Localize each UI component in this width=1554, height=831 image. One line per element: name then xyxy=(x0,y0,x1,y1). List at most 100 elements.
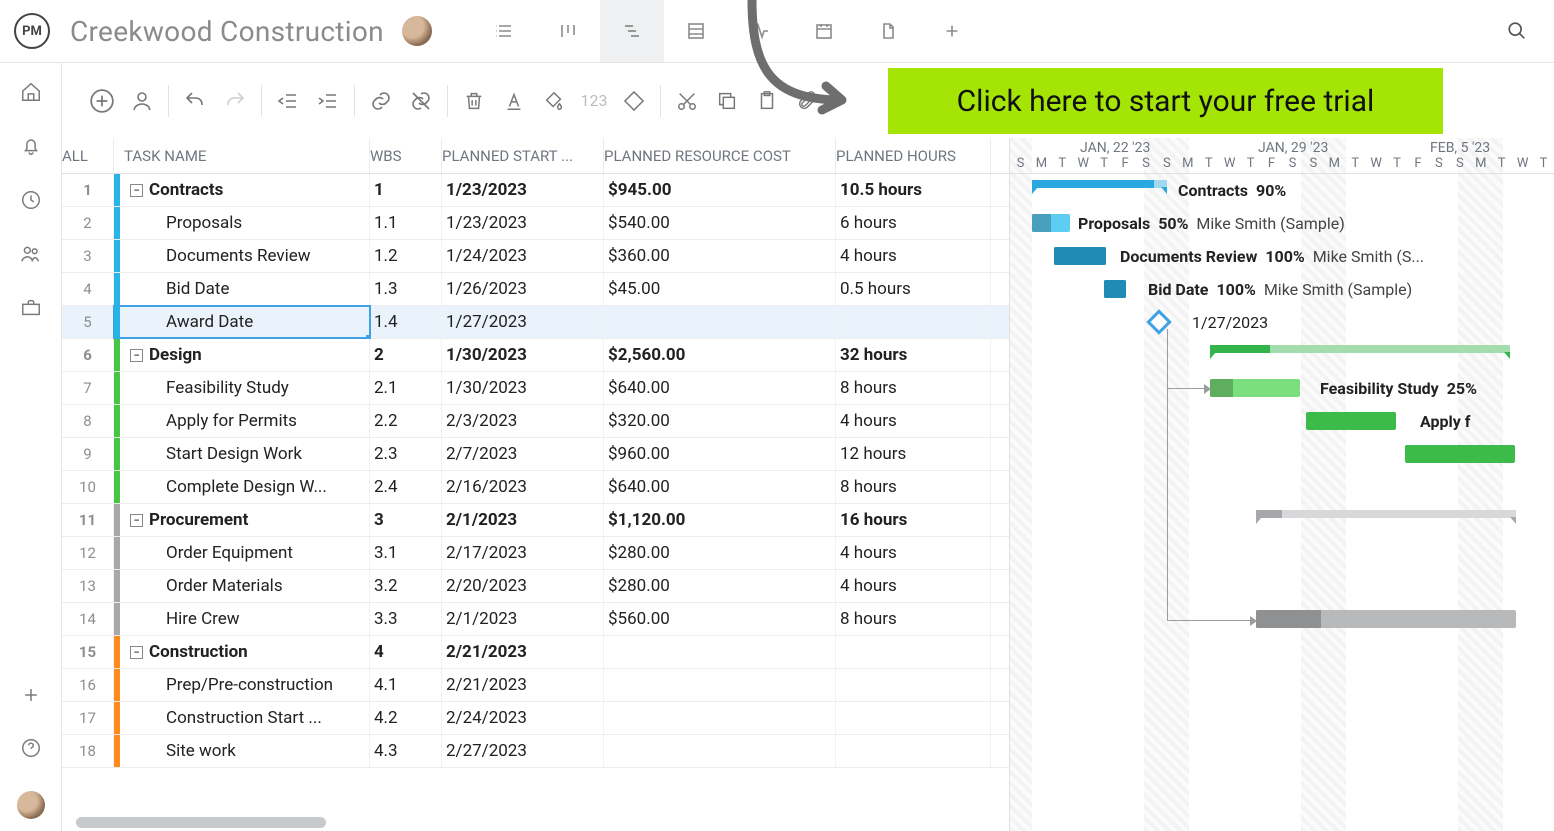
gantt-bar[interactable] xyxy=(1032,214,1070,232)
briefcase-icon[interactable] xyxy=(20,297,42,319)
view-sheet-icon[interactable] xyxy=(664,0,728,62)
cost-cell: $945.00 xyxy=(604,174,836,206)
table-row[interactable]: 1−Contracts11/23/2023$945.0010.5 hours xyxy=(62,174,1009,207)
collapse-icon[interactable]: − xyxy=(130,514,143,527)
app-logo[interactable]: PM xyxy=(14,13,50,49)
add-task-icon[interactable] xyxy=(82,81,122,121)
gantt-summary-bar[interactable] xyxy=(1256,510,1516,518)
collapse-icon[interactable]: − xyxy=(130,184,143,197)
task-name-cell[interactable]: Bid Date xyxy=(114,273,370,305)
bell-icon[interactable] xyxy=(20,135,42,157)
col-planned-start[interactable]: PLANNED START ... xyxy=(442,138,604,173)
table-row[interactable]: 10Complete Design W...2.42/16/2023$640.0… xyxy=(62,471,1009,504)
cta-banner[interactable]: Click here to start your free trial xyxy=(888,68,1443,134)
task-name-cell[interactable]: Apply for Permits xyxy=(114,405,370,437)
gantt-bar[interactable] xyxy=(1405,445,1515,463)
gantt-bar[interactable] xyxy=(1104,280,1126,298)
gantt-bar[interactable] xyxy=(1256,610,1516,628)
table-row[interactable]: 6−Design21/30/2023$2,560.0032 hours xyxy=(62,339,1009,372)
table-row[interactable]: 2Proposals1.11/23/2023$540.006 hours xyxy=(62,207,1009,240)
paste-icon[interactable] xyxy=(747,81,787,121)
search-icon[interactable] xyxy=(1506,20,1528,42)
view-add-icon[interactable] xyxy=(920,0,984,62)
table-row[interactable]: 14Hire Crew3.32/1/2023$560.008 hours xyxy=(62,603,1009,636)
table-row[interactable]: 5Award Date1.41/27/2023 xyxy=(62,306,1009,339)
hours-cell: 32 hours xyxy=(836,339,991,371)
table-row[interactable]: 16Prep/Pre-construction4.12/21/2023 xyxy=(62,669,1009,702)
task-name-cell[interactable]: Construction Start ... xyxy=(114,702,370,734)
task-name-cell[interactable]: Start Design Work xyxy=(114,438,370,470)
col-task-name[interactable]: TASK NAME xyxy=(114,138,370,173)
clock-icon[interactable] xyxy=(20,189,42,211)
task-name-cell[interactable]: Hire Crew xyxy=(114,603,370,635)
unlink-icon[interactable] xyxy=(401,81,441,121)
task-name-cell[interactable]: Proposals xyxy=(114,207,370,239)
task-name-cell[interactable]: −Procurement xyxy=(114,504,370,536)
table-row[interactable]: 11−Procurement32/1/2023$1,120.0016 hours xyxy=(62,504,1009,537)
gantt-summary-bar[interactable] xyxy=(1210,345,1510,353)
table-row[interactable]: 7Feasibility Study2.11/30/2023$640.008 h… xyxy=(62,372,1009,405)
gantt-summary-bar[interactable] xyxy=(1032,180,1167,188)
project-avatar[interactable] xyxy=(402,16,432,46)
add-icon[interactable] xyxy=(21,685,41,705)
text-color-icon[interactable] xyxy=(494,81,534,121)
table-row[interactable]: 3Documents Review1.21/24/2023$360.004 ho… xyxy=(62,240,1009,273)
table-row[interactable]: 17Construction Start ...4.22/24/2023 xyxy=(62,702,1009,735)
task-name-cell[interactable]: −Construction xyxy=(114,636,370,668)
col-planned-cost[interactable]: PLANNED RESOURCE COST xyxy=(604,138,836,173)
copy-icon[interactable] xyxy=(707,81,747,121)
collapse-icon[interactable]: − xyxy=(130,349,143,362)
start-cell: 1/30/2023 xyxy=(442,339,604,371)
task-name-cell[interactable]: Site work xyxy=(114,735,370,767)
table-row[interactable]: 4Bid Date1.31/26/2023$45.000.5 hours xyxy=(62,273,1009,306)
table-row[interactable]: 8Apply for Permits2.22/3/2023$320.004 ho… xyxy=(62,405,1009,438)
task-name-cell[interactable]: −Contracts xyxy=(114,174,370,206)
task-name-cell[interactable]: Order Materials xyxy=(114,570,370,602)
table-row[interactable]: 15−Construction42/21/2023 xyxy=(62,636,1009,669)
shape-icon[interactable] xyxy=(614,81,654,121)
gantt-bar[interactable] xyxy=(1306,412,1396,430)
redo-icon[interactable] xyxy=(215,81,255,121)
fill-color-icon[interactable] xyxy=(534,81,574,121)
table-row[interactable]: 18Site work4.32/27/2023 xyxy=(62,735,1009,768)
start-cell: 1/27/2023 xyxy=(442,306,604,338)
table-row[interactable]: 9Start Design Work2.32/7/2023$960.0012 h… xyxy=(62,438,1009,471)
view-board-icon[interactable] xyxy=(536,0,600,62)
cut-icon[interactable] xyxy=(667,81,707,121)
task-name-cell[interactable]: Award Date xyxy=(114,306,370,338)
col-planned-hours[interactable]: PLANNED HOURS xyxy=(836,138,991,173)
task-name-cell[interactable]: Complete Design W... xyxy=(114,471,370,503)
collapse-icon[interactable]: − xyxy=(130,646,143,659)
outdent-icon[interactable] xyxy=(268,81,308,121)
horizontal-scrollbar[interactable] xyxy=(62,813,1009,831)
table-row[interactable]: 12Order Equipment3.12/17/2023$280.004 ho… xyxy=(62,537,1009,570)
people-icon[interactable] xyxy=(20,243,42,265)
task-name: Construction Start ... xyxy=(166,708,322,728)
indent-icon[interactable] xyxy=(308,81,348,121)
view-activity-icon[interactable] xyxy=(728,0,792,62)
attach-icon[interactable] xyxy=(787,81,827,121)
task-name-cell[interactable]: Feasibility Study xyxy=(114,372,370,404)
link-icon[interactable] xyxy=(361,81,401,121)
view-file-icon[interactable] xyxy=(856,0,920,62)
view-gantt-icon[interactable] xyxy=(600,0,664,62)
row-number: 13 xyxy=(62,570,114,602)
view-list-icon[interactable] xyxy=(472,0,536,62)
number-format-icon[interactable]: 123 xyxy=(574,81,614,121)
delete-icon[interactable] xyxy=(454,81,494,121)
task-name-cell[interactable]: Documents Review xyxy=(114,240,370,272)
gantt-bar[interactable] xyxy=(1054,247,1106,265)
view-calendar-icon[interactable] xyxy=(792,0,856,62)
col-wbs[interactable]: WBS xyxy=(370,138,442,173)
home-icon[interactable] xyxy=(20,81,42,103)
user-avatar[interactable] xyxy=(17,791,45,819)
table-row[interactable]: 13Order Materials3.22/20/2023$280.004 ho… xyxy=(62,570,1009,603)
assign-icon[interactable] xyxy=(122,81,162,121)
task-name-cell[interactable]: Prep/Pre-construction xyxy=(114,669,370,701)
task-name-cell[interactable]: Order Equipment xyxy=(114,537,370,569)
gantt-chart[interactable]: JAN, 22 '23JAN, 29 '23FEB, 5 '23SMTWTFSS… xyxy=(1010,138,1554,831)
undo-icon[interactable] xyxy=(175,81,215,121)
task-name-cell[interactable]: −Design xyxy=(114,339,370,371)
help-icon[interactable] xyxy=(20,737,42,759)
col-all[interactable]: ALL xyxy=(62,138,114,173)
